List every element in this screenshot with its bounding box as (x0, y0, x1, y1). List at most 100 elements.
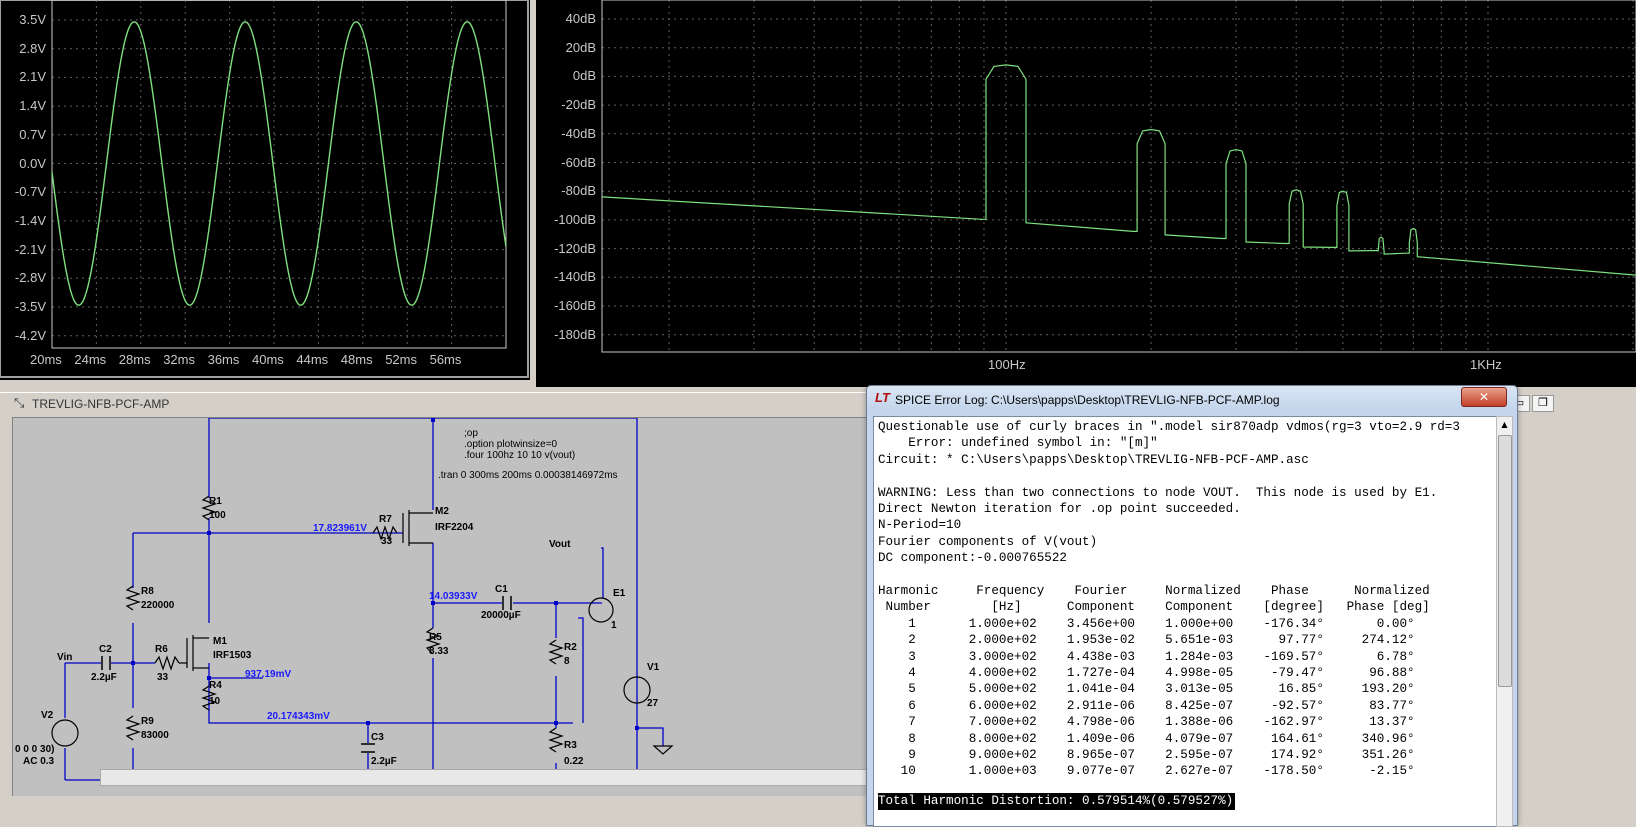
spectrum-y-tick: -120dB (554, 240, 596, 256)
waveform-plot[interactable] (0, 0, 530, 380)
r3-label[interactable]: R3 (564, 740, 577, 751)
spectrum-x-tick: 100Hz (988, 357, 1026, 372)
spectrum-y-tick: -60dB (561, 154, 596, 170)
spectrum-y-tick: 0dB (572, 68, 596, 84)
r3-value[interactable]: 0.22 (564, 756, 583, 767)
directive-tran: .tran 0 300ms 200ms 0.00038146972ms (438, 470, 618, 481)
m2-label[interactable]: M2 (435, 506, 449, 517)
log-line: 7 7.000e+02 4.798e-06 1.388e-06 -162.97°… (878, 715, 1415, 730)
schematic-window[interactable]: ⤡ TREVLIG-NFB-PCF-AMP ;op .option plotwi… (0, 392, 872, 825)
m1-value[interactable]: IRF1503 (213, 650, 251, 661)
waveform-x-tick: 28ms (118, 352, 151, 367)
restore-icon: ❐ (1538, 396, 1548, 409)
log-line: 2 2.000e+02 1.953e-02 5.651e-03 97.77° 2… (878, 633, 1415, 648)
r2-label[interactable]: R2 (564, 642, 577, 653)
mdi-restore-button[interactable]: ❐ (1532, 395, 1554, 412)
r1-value[interactable]: 100 (209, 510, 226, 521)
waveform-x-tick: 24ms (74, 352, 107, 367)
r5-label[interactable]: R5 (429, 632, 442, 643)
directive-op: ;op (464, 428, 478, 439)
r1-label[interactable]: R1 (209, 496, 222, 507)
waveform-y-tick: -2.8V (14, 270, 46, 286)
c2-value[interactable]: 2.2µF (91, 672, 117, 683)
spectrum-y-tick: -180dB (554, 326, 596, 342)
spice-error-log-window[interactable]: LT SPICE Error Log: C:\Users\papps\Deskt… (866, 385, 1518, 827)
r8-value[interactable]: 220000 (141, 600, 174, 611)
log-line: 5 5.000e+02 1.041e-04 3.013e-05 16.85° 1… (878, 682, 1415, 697)
e1-label[interactable]: E1 (613, 588, 625, 599)
log-line: 4 4.000e+02 1.727e-04 4.998e-05 -79.47° … (878, 666, 1415, 680)
schematic-icon: ⤡ (14, 396, 25, 411)
log-line: Circuit: * C:\Users\papps\Desktop\TREVLI… (878, 452, 1309, 467)
spectrum-y-tick: -160dB (554, 298, 596, 313)
c2-label[interactable]: C2 (99, 644, 112, 655)
c3-value[interactable]: 2.2µF (371, 756, 397, 767)
waveform-y-tick: 0.7V (19, 126, 46, 142)
c3-label[interactable]: C3 (371, 732, 384, 743)
directive-option: .option plotwinsize=0 (464, 439, 558, 450)
v2-label[interactable]: V2 (41, 710, 53, 721)
e1-value[interactable]: 1 (611, 620, 617, 631)
log-line: 1 1.000e+02 3.456e+00 1.000e+00 -176.34°… (878, 616, 1415, 631)
error-log-close-button[interactable]: ✕ (1461, 387, 1507, 407)
waveform-x-tick: 56ms (429, 352, 462, 367)
error-log-scroll-up[interactable]: ▲ (1497, 417, 1512, 432)
schematic-window-title: TREVLIG-NFB-PCF-AMP (32, 397, 170, 411)
node-voltage-1: 17.823961V (313, 523, 367, 534)
r7-value[interactable]: 33 (381, 536, 392, 547)
c1-label[interactable]: C1 (495, 584, 508, 595)
spectrum-y-tick: -40dB (561, 125, 596, 141)
m1-label[interactable]: M1 (213, 636, 227, 647)
spectrum-y-tick: -140dB (554, 269, 596, 285)
v1-label[interactable]: V1 (647, 662, 659, 673)
log-line: Fourier components of V(vout) (878, 534, 1098, 549)
log-line: 6 6.000e+02 2.911e-06 8.425e-07 -92.57° … (878, 698, 1415, 713)
schematic-scrollbar[interactable] (100, 769, 872, 786)
waveform-plot-pane[interactable]: 3.5V 2.8V 2.1V 1.4V 0.7V 0.0V -0.7V -1.4V -2.1V -… (0, 0, 530, 380)
r4-label[interactable]: R4 (209, 680, 222, 691)
r2-value[interactable]: 8 (564, 656, 570, 667)
log-line: 3 3.000e+02 4.438e-03 1.284e-03 -169.57°… (878, 649, 1415, 664)
error-log-content[interactable]: Questionable use of curly braces in ".mo… (873, 416, 1498, 827)
r9-label[interactable]: R9 (141, 716, 154, 727)
r5-value[interactable]: 8.33 (429, 646, 448, 657)
schematic-canvas[interactable]: ;op .option plotwinsize=0 .four 100hz 10… (12, 417, 871, 796)
waveform-x-tick: 36ms (207, 352, 240, 367)
waveform-y-tick: -2.1V (14, 241, 46, 257)
vout-label[interactable]: Vout (549, 539, 570, 550)
r9-value[interactable]: 83000 (141, 730, 169, 741)
error-log-scroll-thumb[interactable] (1498, 435, 1512, 687)
thd-line[interactable]: Total Harmonic Distortion: 0.579514%(0.5… (878, 793, 1236, 810)
r6-label[interactable]: R6 (155, 644, 168, 655)
log-line: DC component:-0.000765522 (878, 551, 1067, 566)
node-voltage-3: 937.19mV (245, 669, 292, 680)
spectrum-y-tick: -100dB (554, 211, 596, 227)
error-log-scrollbar[interactable]: ▲ (1496, 416, 1513, 827)
v2-value-a[interactable]: 0 0 0 30) (15, 744, 54, 755)
log-line: Direct Newton iteration for .op point su… (878, 502, 1241, 516)
m2-value[interactable]: IRF2204 (435, 522, 473, 533)
r6-value[interactable]: 33 (157, 672, 168, 683)
log-line: Harmonic Frequency Fourier Normalized Ph… (878, 584, 1430, 598)
waveform-y-tick: 3.5V (19, 12, 46, 27)
r8-label[interactable]: R8 (141, 586, 154, 597)
log-line: 10 1.000e+03 9.077e-07 2.627e-07 -178.50… (878, 764, 1415, 779)
waveform-y-tick: -1.4V (14, 212, 46, 228)
v2-value-b[interactable]: AC 0.3 (23, 756, 54, 767)
spice-directives[interactable]: ;op .option plotwinsize=0 .four 100hz 10… (464, 428, 575, 461)
c1-value[interactable]: 20000µF (481, 610, 521, 621)
spectrum-plot[interactable] (536, 0, 1636, 387)
r7-label[interactable]: R7 (379, 514, 392, 525)
error-log-title: SPICE Error Log: C:\Users\papps\Desktop\… (895, 393, 1280, 407)
schematic-titlebar[interactable]: ⤡ TREVLIG-NFB-PCF-AMP (0, 393, 870, 415)
waveform-x-tick: 32ms (163, 352, 195, 367)
spectrum-y-tick: -20dB (561, 97, 596, 113)
vin-label[interactable]: Vin (57, 652, 72, 663)
spectrum-plot-pane[interactable]: 40dB 20dB 0dB -20dB -40dB -60dB -80dB -100dB -12… (536, 0, 1636, 387)
spectrum-x-tick: 1KHz (1470, 357, 1502, 372)
log-line: 9 9.000e+02 8.965e-07 2.595e-07 174.92° … (878, 748, 1415, 762)
node-voltage-2: 14.03933V (429, 591, 478, 602)
waveform-x-tick: 52ms (385, 352, 417, 367)
v1-value[interactable]: 27 (647, 698, 658, 709)
r4-value[interactable]: 10 (209, 696, 220, 707)
